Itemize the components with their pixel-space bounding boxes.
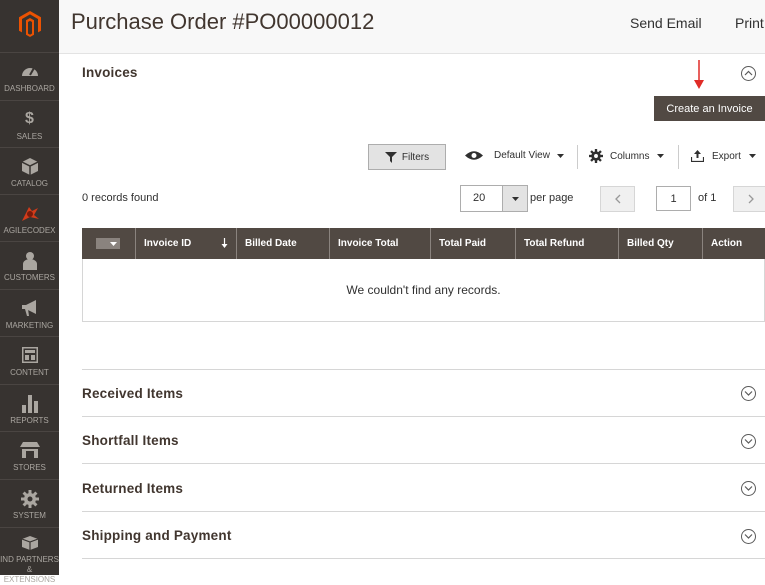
admin-sidebar: DASHBOARD $ SALES CATALOG AGILECODEX CUS… [0,0,59,584]
chevron-down-icon[interactable] [741,481,756,496]
per-page-label: per page [530,192,574,204]
dashboard-icon [0,63,59,81]
sidebar-item-reports[interactable]: REPORTS [0,384,59,433]
sidebar-item-agilecodex[interactable]: AGILECODEX [0,194,59,243]
empty-grid-row: We couldn't find any records. [82,259,765,322]
shortfall-items-section-title[interactable]: Shortfall Items [82,433,179,448]
chevron-down-icon [556,153,564,158]
columns-label: Columns [610,150,650,162]
column-total-paid[interactable]: Total Paid [430,228,515,259]
store-icon [0,442,59,460]
gear-icon [0,490,59,508]
section-divider [82,511,765,512]
agilecodex-icon [0,205,59,223]
column-invoice-id[interactable]: Invoice ID [135,228,236,259]
filter-icon [384,151,397,163]
eye-icon [465,151,483,160]
section-divider [82,369,765,370]
chevron-down-icon[interactable] [502,186,527,211]
sidebar-item-content[interactable]: CONTENT [0,336,59,385]
export-dropdown[interactable]: Export [691,150,756,162]
toolbar-divider [577,145,578,169]
returned-items-section-title[interactable]: Returned Items [82,481,183,496]
column-action: Action [702,228,765,259]
per-page-value: 20 [473,192,486,204]
dollar-icon: $ [25,110,34,127]
page-title: Purchase Order #PO00000012 [71,9,375,34]
sidebar-item-stores[interactable]: STORES [0,431,59,480]
chevron-up-icon[interactable] [741,66,756,81]
page-header: Purchase Order #PO00000012 Send Email Pr… [59,0,765,54]
records-count: 0 records found [82,192,159,204]
sidebar-item-partners-extensions[interactable]: IND PARTNERS & EXTENSIONS [0,527,59,584]
column-total-refund[interactable]: Total Refund [515,228,618,259]
section-divider [82,463,765,464]
invoices-grid-header: Invoice ID Billed Date Invoice Total Tot… [82,228,765,259]
content-icon [0,347,59,365]
shipping-payment-section-title[interactable]: Shipping and Payment [82,528,232,543]
current-page-input[interactable]: 1 [656,186,691,211]
sidebar-item-sales[interactable]: $ SALES [0,100,59,149]
previous-page-button[interactable] [600,186,635,212]
filters-button[interactable]: Filters [368,144,446,170]
total-pages-label: of 1 [698,192,717,204]
print-button[interactable]: Print [735,15,764,31]
red-arrow-icon [694,60,704,89]
gear-icon [589,149,603,163]
column-invoice-total[interactable]: Invoice Total [329,228,430,259]
mass-action-select[interactable] [82,228,135,259]
chevron-down-icon[interactable] [741,434,756,449]
empty-message: We couldn't find any records. [346,283,501,297]
section-divider [82,558,765,559]
sidebar-item-catalog[interactable]: CATALOG [0,147,59,196]
export-label: Export [712,150,741,162]
sidebar-item-customers[interactable]: CUSTOMERS [0,241,59,290]
chevron-left-icon [614,194,620,204]
sidebar-item-dashboard[interactable]: DASHBOARD [0,52,59,101]
bar-chart-icon [0,395,59,413]
chevron-right-icon [748,194,754,204]
box-icon [0,536,59,554]
person-icon [0,252,59,270]
megaphone-icon [0,300,59,318]
filters-label: Filters [401,151,430,163]
chevron-down-icon [748,154,756,158]
toolbar-divider [678,145,679,169]
chevron-down-icon[interactable] [741,529,756,544]
create-invoice-button[interactable]: Create an Invoice [654,96,765,121]
sort-arrow-down-icon [221,238,228,248]
columns-dropdown[interactable]: Columns [589,149,665,163]
default-view-dropdown[interactable]: Default View [465,150,564,161]
column-billed-date[interactable]: Billed Date [236,228,329,259]
send-email-button[interactable]: Send Email [630,15,702,31]
checkbox-dropdown-icon [96,238,120,249]
default-view-label: Default View [494,150,550,161]
magento-logo-icon[interactable] [0,0,59,48]
sidebar-item-system[interactable]: SYSTEM [0,479,59,528]
per-page-select[interactable]: 20 [460,185,528,212]
export-icon [691,150,704,162]
received-items-section-title[interactable]: Received Items [82,386,183,401]
section-divider [82,416,765,417]
column-billed-qty[interactable]: Billed Qty [618,228,702,259]
sidebar-item-marketing[interactable]: MARKETING [0,289,59,338]
chevron-down-icon [657,154,665,158]
next-page-button[interactable] [733,186,765,212]
chevron-down-icon[interactable] [741,386,756,401]
invoices-section-title[interactable]: Invoices [82,65,138,80]
cube-icon [0,158,59,176]
